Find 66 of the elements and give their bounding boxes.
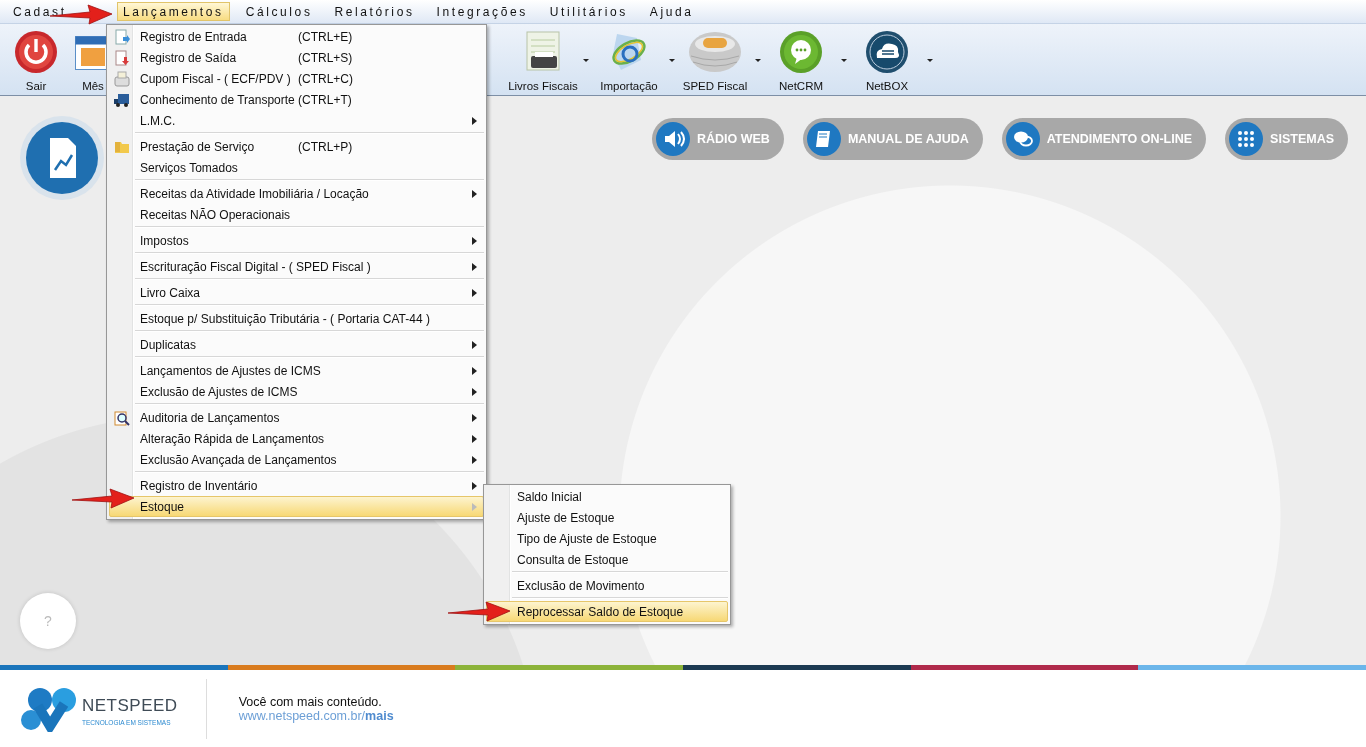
book-icon: [806, 122, 841, 156]
shortcut-label: (CTRL+E): [298, 29, 353, 44]
menu-item[interactable]: Registro de Saída (CTRL+S): [109, 47, 484, 68]
menu-item[interactable]: Estoque p/ Substituição Tributária - ( Portaria CAT-44 ): [109, 308, 484, 329]
menu-bar-item[interactable]: Lançamentos: [117, 2, 230, 21]
menu-item[interactable]: Livro Caixa: [109, 282, 484, 303]
menu-item[interactable]: Alteração Rápida de Lançamentos: [109, 428, 484, 449]
power-icon: [14, 30, 58, 74]
shortcut-label: (CTRL+C): [298, 71, 353, 86]
menu-bar-item[interactable]: Relatórios: [328, 2, 421, 21]
dropdown-caret-icon[interactable]: [669, 58, 675, 62]
menu-item[interactable]: Serviços Tomados: [109, 157, 484, 178]
toolbar-button[interactable]: NetBOX: [849, 30, 925, 92]
toolbar-button[interactable]: NetCRM: [763, 30, 839, 92]
menu-item[interactable]: Reprocessar Saldo de Estoque: [486, 601, 728, 622]
menu-item[interactable]: L.M.C.: [109, 110, 484, 131]
dropdown-caret-icon[interactable]: [755, 58, 761, 62]
dropdown-caret-icon[interactable]: [583, 58, 589, 62]
menu-item[interactable]: Cupom Fiscal - ( ECF/PDV ) (CTRL+C): [109, 68, 484, 89]
menu-item[interactable]: Duplicatas: [109, 334, 484, 355]
menu-item[interactable]: Prestação de Serviço (CTRL+P): [109, 136, 484, 157]
toolbar-button[interactable]: Livros Fiscais: [505, 30, 581, 92]
menu-item[interactable]: Ajuste de Estoque: [486, 507, 728, 528]
menu-item[interactable]: Registro de Entrada (CTRL+E): [109, 26, 484, 47]
cash-register-icon: [114, 70, 130, 87]
cloud-icon: [865, 30, 909, 74]
menu-item[interactable]: Conhecimento de Transporte (CTRL+T): [109, 89, 484, 110]
dropdown-caret-icon[interactable]: [841, 58, 847, 62]
menu-item[interactable]: Exclusão de Movimento: [486, 575, 728, 596]
menu-item[interactable]: Receitas NÃO Operacionais: [109, 204, 484, 225]
menu-bar-item[interactable]: Cadast: [7, 2, 107, 21]
speaker-icon: [655, 122, 690, 156]
magnifier-icon: [114, 409, 130, 426]
footer-message: Você com mais conteúdo.: [238, 694, 383, 709]
chat-icon: [779, 30, 823, 74]
menu-bar-item[interactable]: Ajuda: [643, 2, 700, 21]
menu-item[interactable]: Exclusão de Ajustes de ICMS: [109, 381, 484, 402]
grid-icon: [1229, 122, 1264, 156]
truck-icon: [114, 91, 130, 108]
menu-item[interactable]: Saldo Inicial: [486, 486, 728, 507]
toolbar-button[interactable]: Importação: [591, 30, 667, 92]
menu-item[interactable]: Estoque: [109, 496, 484, 517]
company-logo-icon: [20, 685, 78, 732]
menu-bar-item[interactable]: Utilitários: [543, 2, 634, 21]
pointer-arrow: [447, 601, 511, 622]
menu-item[interactable]: Tipo de Ajuste de Estoque: [486, 528, 728, 549]
document-chart-icon: [20, 116, 104, 200]
menu-item[interactable]: Escrituração Fiscal Digital - ( SPED Fiscal ): [109, 256, 484, 277]
menu-bar-item[interactable]: Integrações: [430, 2, 534, 21]
toolbar-button[interactable]: SPED Fiscal: [677, 30, 753, 92]
menu-item[interactable]: Registro de Inventário: [109, 475, 484, 496]
menu-item[interactable]: Impostos: [109, 230, 484, 251]
pointer-arrow: [71, 488, 135, 509]
brand-name: NETSPEED: [82, 695, 178, 716]
menu-item[interactable]: Receitas da Atividade Imobiliária / Locação: [109, 183, 484, 204]
shortcut-label: (CTRL+S): [298, 50, 353, 65]
menu-item[interactable]: Consulta de Estoque: [486, 549, 728, 570]
website-link[interactable]: www.netspeed.com.br/mais: [238, 708, 394, 723]
dropdown-caret-icon[interactable]: [927, 58, 933, 62]
chat-bubbles-icon: [1005, 122, 1040, 156]
shortcut-label: (CTRL+P): [298, 139, 353, 154]
toolbar-button[interactable]: Sair: [4, 30, 68, 92]
menu-bar-item[interactable]: Cálculos: [239, 2, 319, 21]
menu-item[interactable]: Exclusão Avançada de Lançamentos: [109, 449, 484, 470]
menu-item[interactable]: Auditoria de Lançamentos: [109, 407, 484, 428]
menu-item[interactable]: Lançamentos de Ajustes de ICMS: [109, 360, 484, 381]
